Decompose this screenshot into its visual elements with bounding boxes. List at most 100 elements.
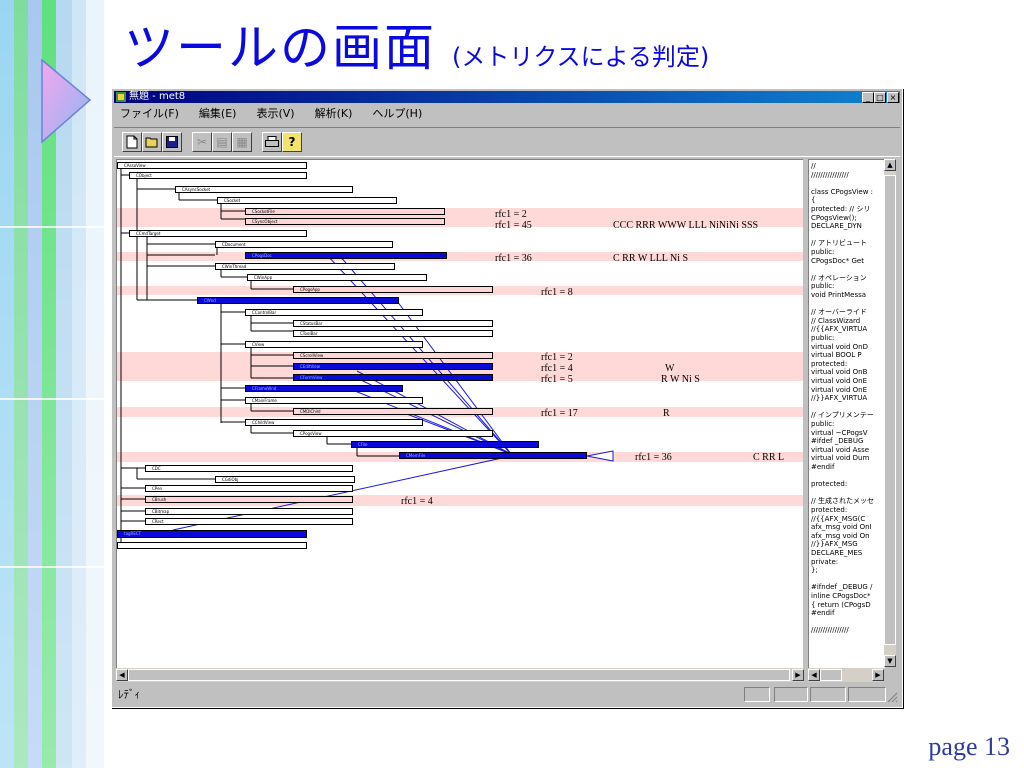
class-node[interactable]: CRect	[145, 518, 353, 525]
class-node-flagged[interactable]: CEditView	[293, 363, 493, 370]
metric-value: rfc1 = 36	[495, 253, 532, 264]
code-horizontal-scrollbar[interactable]: ◀ ▶	[808, 668, 884, 682]
maximize-button[interactable]: □	[874, 92, 886, 103]
code-line: #ifdef _DEBUG	[811, 437, 864, 446]
scroll-thumb[interactable]	[884, 175, 896, 645]
class-node[interactable]: CScrollView	[293, 352, 493, 359]
class-node-flagged[interactable]: CMemFile	[399, 452, 587, 459]
paste-icon[interactable]: ▦	[232, 132, 252, 152]
menu-view[interactable]: 表示(V)	[256, 107, 294, 120]
menu-file[interactable]: ファイル(F)	[120, 107, 179, 120]
class-node[interactable]: CToolBar	[293, 330, 493, 337]
metric-flags: W	[665, 363, 675, 374]
code-line: #endif	[811, 609, 835, 618]
class-node[interactable]: CChildView	[245, 419, 423, 426]
code-line: {	[811, 196, 816, 205]
menu-edit[interactable]: 編集(E)	[199, 107, 237, 120]
class-node[interactable]: CStatusBar	[293, 320, 493, 327]
metric-flags: C RR L	[753, 452, 785, 463]
vertical-scrollbar[interactable]: ▲ ▼	[884, 159, 896, 667]
app-window: 無題 - met8 _ □ × ファイル(F) 編集(E) 表示(V) 解析(K) ヘル…	[111, 88, 903, 708]
graph-horizontal-scrollbar[interactable]: ◀ ▶	[116, 668, 804, 682]
class-node-flagged[interactable]: CFile	[351, 441, 539, 448]
metric-flags: R W Ni S	[661, 374, 700, 385]
scroll-thumb[interactable]	[820, 669, 842, 681]
class-node-flagged[interactable]: CFrameWnd	[245, 385, 403, 392]
cut-icon[interactable]: ✂	[192, 132, 212, 152]
class-node[interactable]: CDocument	[215, 241, 393, 248]
class-node[interactable]: CWinApp	[247, 274, 427, 281]
code-line: class CPogsView :	[811, 187, 874, 196]
code-line: //{{AFX_MSG(C	[811, 514, 866, 523]
code-line: DECLARE_DYN	[811, 222, 862, 231]
scroll-left-icon[interactable]: ◀	[116, 669, 128, 681]
code-line: public:	[811, 282, 835, 291]
class-node[interactable]: CGdiObj	[215, 476, 355, 483]
class-node[interactable]: CView	[245, 341, 423, 348]
class-node[interactable]: CAssoView	[117, 162, 307, 169]
metric-flags: R	[663, 408, 670, 419]
new-file-icon[interactable]	[122, 132, 142, 152]
code-line: protected:	[811, 480, 848, 489]
code-line: // アトリビュート	[811, 239, 867, 248]
code-line: #endif	[811, 463, 835, 471]
class-node-flagged[interactable]: CWnd	[197, 297, 399, 304]
window-titlebar[interactable]: 無題 - met8 _ □ ×	[114, 91, 900, 103]
scroll-up-icon[interactable]: ▲	[884, 159, 896, 171]
menu-help[interactable]: ヘルプ(H)	[372, 107, 422, 120]
close-button[interactable]: ×	[887, 92, 899, 103]
class-node[interactable]: CPogsView	[293, 430, 493, 437]
code-line: virtual BOOL P	[811, 351, 862, 360]
class-node[interactable]: CBrush	[145, 496, 353, 503]
class-node[interactable]: CAsyncSocket	[175, 186, 353, 193]
scroll-right-icon[interactable]: ▶	[872, 669, 884, 681]
code-line: //}}AFX_VIRTUA	[811, 394, 868, 403]
class-node[interactable]: CDC	[145, 465, 353, 472]
code-line: public:	[811, 334, 835, 342]
class-node[interactable]: CControlBar	[245, 309, 423, 316]
class-node[interactable]: CWinThread	[215, 263, 395, 270]
metric-value: rfc1 = 45	[495, 220, 532, 231]
class-node[interactable]: CPen	[145, 485, 353, 492]
class-node[interactable]: CPogsApp	[293, 286, 493, 293]
scroll-thumb[interactable]	[128, 669, 790, 681]
save-icon[interactable]	[162, 132, 182, 152]
code-line: protected:	[811, 359, 848, 368]
class-node[interactable]: CBitmap	[145, 508, 353, 515]
scroll-right-icon[interactable]: ▶	[792, 669, 804, 681]
menu-analyze[interactable]: 解析(K)	[315, 107, 353, 120]
help-icon[interactable]: ?	[282, 132, 302, 152]
class-node[interactable]: CMainFrame	[245, 397, 423, 404]
print-icon[interactable]	[262, 132, 282, 152]
open-folder-icon[interactable]	[142, 132, 162, 152]
code-line: virtual void OnB	[811, 368, 868, 377]
class-node[interactable]: CMDIChild	[293, 408, 493, 415]
toolbar: ✂ ▤ ▦ ?	[114, 127, 900, 157]
minimize-button[interactable]: _	[862, 92, 874, 103]
class-node-flagged[interactable]: CFormView	[293, 374, 493, 381]
source-code-pane[interactable]: //////////////////class CPogsView :{prot…	[808, 159, 885, 668]
scroll-down-icon[interactable]: ▼	[884, 655, 896, 667]
class-node[interactable]: CCmdTarget	[129, 230, 307, 237]
status-panel	[848, 687, 886, 702]
class-node[interactable]	[117, 542, 307, 549]
class-node-flagged[interactable]: tagRECT	[117, 530, 307, 538]
class-graph-pane[interactable]: CAssoView CObject CAsyncSocket CSocket C…	[116, 159, 803, 668]
metric-flags: CCC RRR WWW LLL NiNiNi SSS	[613, 220, 759, 231]
code-line: #ifndef _DEBUG /	[811, 583, 873, 592]
window-title: 無題 - met8	[129, 91, 186, 102]
status-panel	[774, 687, 808, 702]
metric-value: rfc1 = 17	[541, 408, 578, 419]
code-line: DECLARE_MES	[811, 549, 863, 557]
class-node-flagged[interactable]: CPogsDoc	[245, 252, 447, 259]
class-node[interactable]: CSocket	[217, 197, 397, 204]
page-number: page 13	[928, 732, 1010, 761]
status-bar: ﾚﾃﾞｨ	[114, 685, 900, 705]
class-node[interactable]: CSocketFile	[245, 208, 445, 215]
resize-grip-icon[interactable]	[886, 691, 898, 703]
class-node[interactable]: CSyncObject	[245, 218, 445, 225]
copy-icon[interactable]: ▤	[212, 132, 232, 152]
class-node[interactable]: CObject	[129, 172, 307, 179]
metric-value: rfc1 = 4	[401, 496, 433, 507]
scroll-left-icon[interactable]: ◀	[808, 669, 820, 681]
